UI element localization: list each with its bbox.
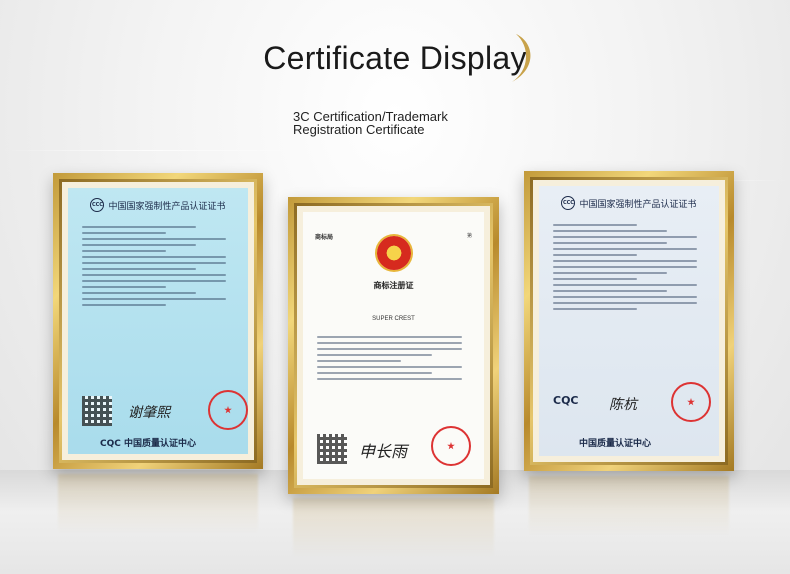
- certificate-frame-right: CCC 中国国家强制性产品认证证书 CQC 陈杭 中国质量认证中心: [524, 171, 734, 471]
- national-emblem-icon: [376, 236, 411, 270]
- certificate-text-lines: [82, 222, 234, 310]
- page-subtitle: 3C Certification/Trademark Registration …: [293, 110, 533, 136]
- gold-swoosh-icon: [512, 34, 531, 82]
- trademark-office-logo: 商标局: [315, 235, 334, 241]
- qr-code-icon: [82, 396, 112, 426]
- certificate-3c-left: CCC 中国国家强制性产品认证证书 谢肇熙 CQC 中国质量认证中心: [68, 188, 248, 454]
- certificate-heading-text: 中国国家强制性产品认证证书: [108, 201, 226, 212]
- certificate-heading-text: 中国国家强制性产品认证证书: [579, 199, 697, 210]
- page-title: Certificate Display: [263, 40, 527, 76]
- signature-icon: 申长雨: [359, 442, 408, 461]
- frame-reflection: [293, 498, 494, 558]
- red-seal-icon: [208, 390, 248, 430]
- subtitle-line: Registration Certificate: [293, 122, 425, 137]
- cqc-badge: CQC: [100, 439, 121, 449]
- cqc-logo: CQC: [553, 394, 579, 407]
- cqc-footer-text: 中国质量认证中心: [124, 439, 197, 449]
- red-seal-icon: [671, 382, 711, 422]
- trademark-title: 商标注册证: [373, 281, 414, 290]
- frame-reflection: [529, 476, 729, 536]
- light-streak: [0, 150, 300, 151]
- cqc-footer: 中国质量认证中心: [579, 439, 652, 449]
- certificate-text-lines: [553, 220, 705, 314]
- certificate-trademark: 商标局 第 商标注册证 SUPER CREST 申长雨: [303, 212, 484, 479]
- certificate-frame-middle: 商标局 第 商标注册证 SUPER CREST 申长雨: [288, 197, 499, 494]
- certificate-number: 第: [466, 233, 472, 239]
- signature-icon: 谢肇熙: [128, 405, 170, 421]
- certificate-3c-right: CCC 中国国家强制性产品认证证书 CQC 陈杭 中国质量认证中心: [539, 186, 719, 456]
- frame-reflection: [58, 474, 258, 534]
- cqc-footer: CQC 中国质量认证中心: [100, 436, 196, 449]
- certificate-frame-left: CCC 中国国家强制性产品认证证书 谢肇熙 CQC 中国质量认证中心: [53, 173, 263, 469]
- signature-icon: 陈杭: [609, 397, 637, 413]
- ccc-icon: CCC: [90, 198, 105, 212]
- trademark-name: SUPER CREST: [372, 316, 415, 322]
- ccc-icon: CCC: [561, 196, 576, 210]
- certificate-heading: CCC 中国国家强制性产品认证证书: [539, 196, 719, 210]
- qr-code-icon: [317, 434, 347, 464]
- red-seal-icon: [431, 426, 471, 466]
- trademark-text-lines: [317, 332, 470, 384]
- certificate-heading: CCC 中国国家强制性产品认证证书: [68, 198, 248, 212]
